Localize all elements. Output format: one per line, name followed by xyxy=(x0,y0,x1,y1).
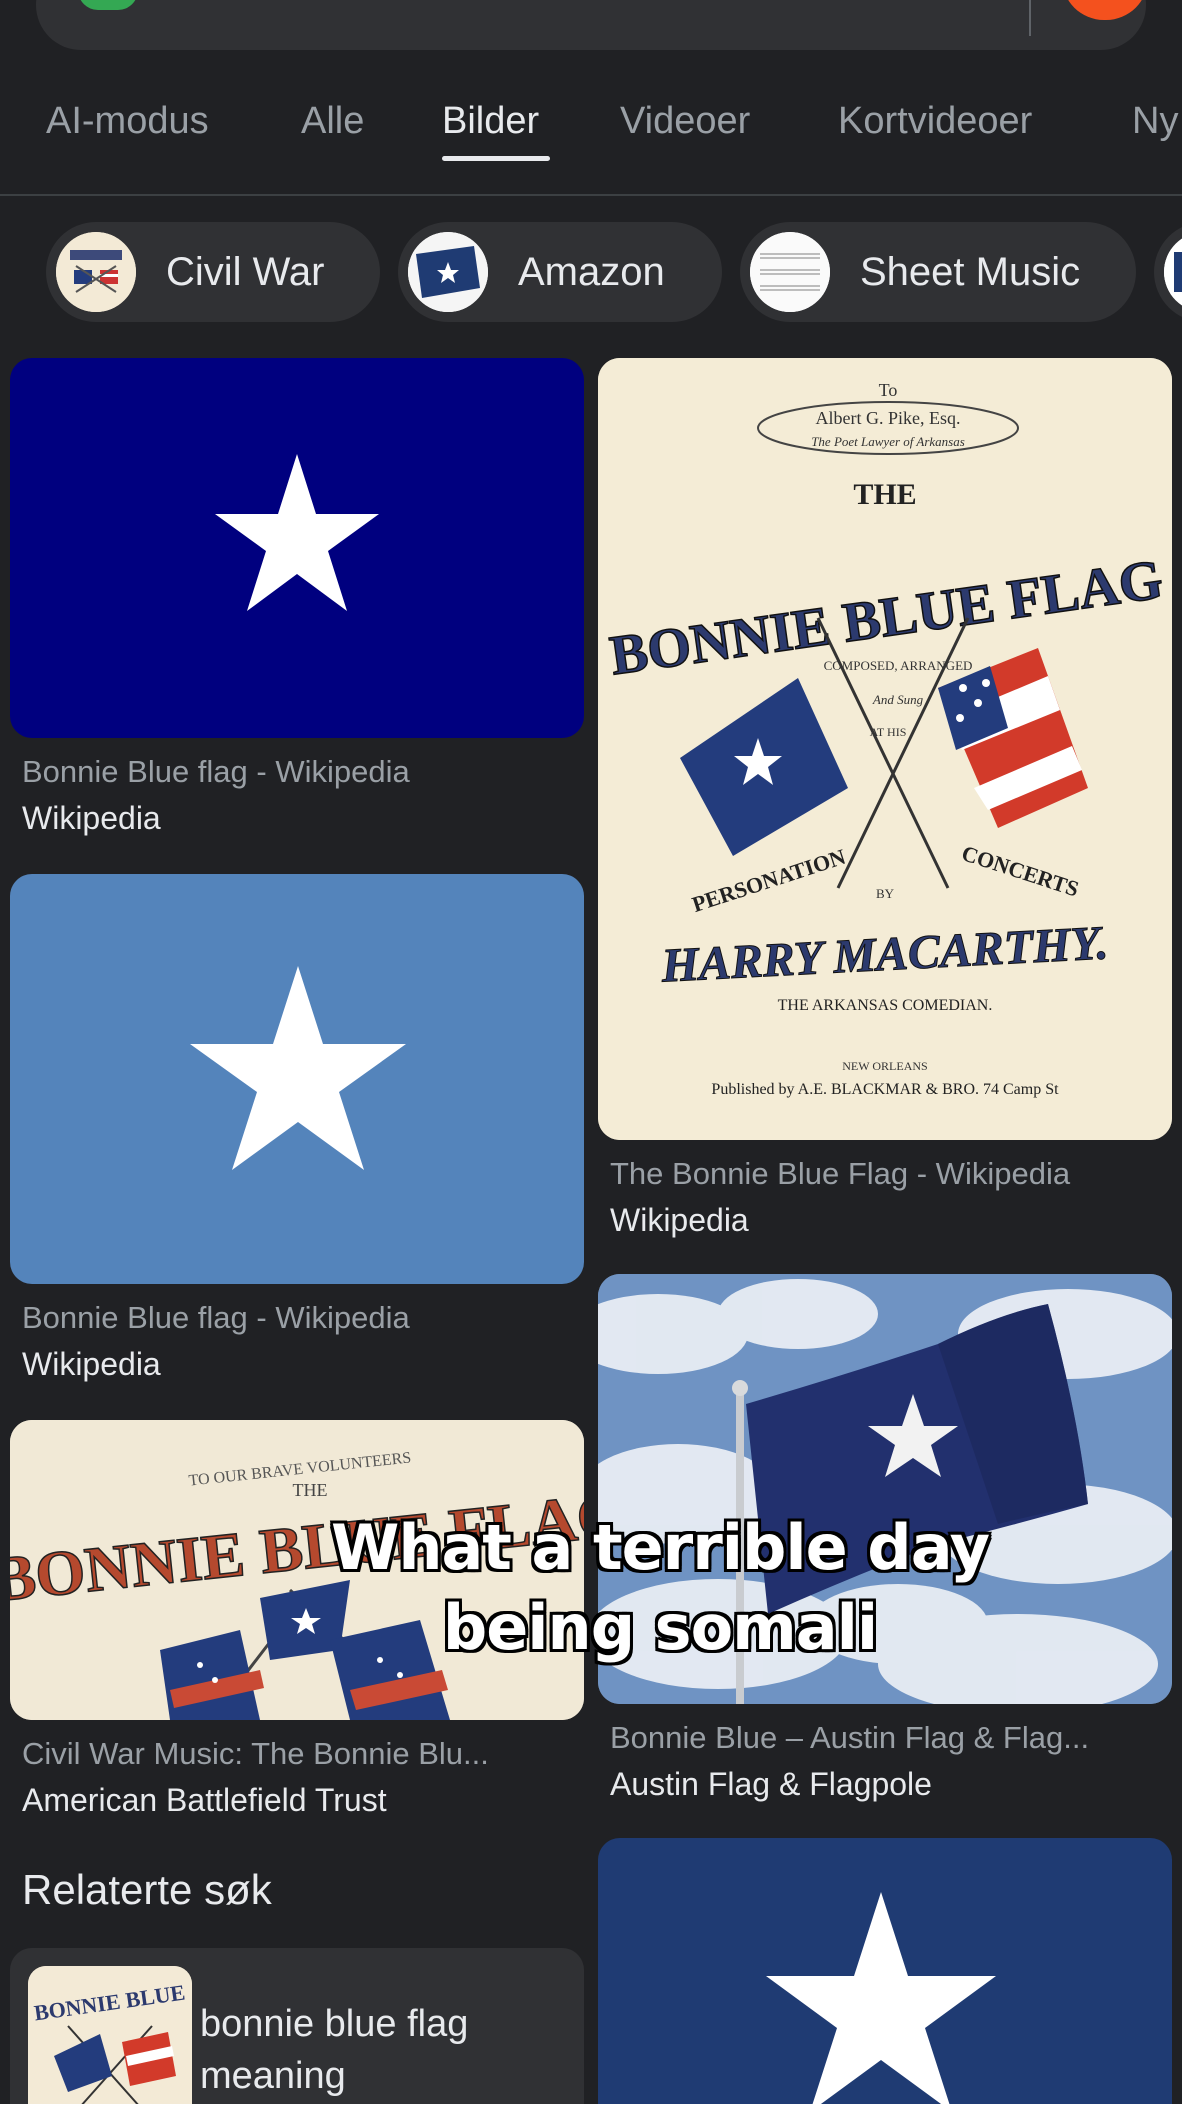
result-card[interactable] xyxy=(598,1838,1172,2104)
chip-more[interactable] xyxy=(1154,222,1182,322)
flag-thumb-icon xyxy=(408,232,488,312)
search-divider xyxy=(1029,0,1031,36)
result-source: American Battlefield Trust xyxy=(22,1782,387,1818)
search-tabs: AI-modus Alle Bilder Videoer Kortvideoer… xyxy=(0,90,1182,196)
account-avatar[interactable] xyxy=(1062,0,1148,20)
sheet-composed: COMPOSED, ARRANGED xyxy=(824,658,973,673)
chip-label: Civil War xyxy=(166,249,325,294)
sheet-publisher: Published by A.E. BLACKMAR & BRO. 74 Cam… xyxy=(711,1081,1059,1098)
related-searches-heading: Relaterte søk xyxy=(22,1866,272,1913)
blue-star-flag-image[interactable] xyxy=(598,1838,1172,2104)
tab-videos[interactable]: Videoer xyxy=(620,100,750,143)
result-source: Wikipedia xyxy=(610,1202,749,1238)
tab-images[interactable]: Bilder xyxy=(442,100,539,143)
tab-ai-mode[interactable]: AI-modus xyxy=(46,100,209,143)
result-source: Austin Flag & Flagpole xyxy=(610,1766,932,1802)
related-search-label: bonnie blue flag meaning xyxy=(200,2003,469,2097)
light-blue-star-flag-image[interactable] xyxy=(10,874,584,1284)
chip-amazon[interactable]: Amazon xyxy=(398,222,722,322)
sheet-dedication-sub: The Poet Lawyer of Arkansas xyxy=(811,434,965,449)
result-card[interactable]: Bonnie Blue flag - Wikipedia Wikipedia xyxy=(10,874,584,1383)
result-title[interactable]: Bonnie Blue – Austin Flag & Flag... xyxy=(610,1720,1172,1756)
sheet-to: To xyxy=(879,380,898,400)
sheet-music-cover-image[interactable]: To Albert G. Pike, Esq. The Poet Lawyer … xyxy=(598,358,1172,1140)
tab-short-videos[interactable]: Kortvideoer xyxy=(838,100,1032,143)
sheet-the: THE xyxy=(853,478,916,511)
related-search-thumb: BONNIE BLUE xyxy=(28,1966,192,2104)
result-source: Wikipedia xyxy=(22,1346,161,1382)
tab-news[interactable]: Ny xyxy=(1132,100,1178,143)
tab-all[interactable]: Alle xyxy=(301,100,364,143)
google-logo-icon xyxy=(78,0,138,10)
dark-blue-star-flag-image[interactable] xyxy=(10,358,584,738)
result-card[interactable]: To Albert G. Pike, Esq. The Poet Lawyer … xyxy=(598,358,1172,1239)
sheet-music-thumb-icon xyxy=(56,232,136,312)
result-title[interactable]: Bonnie Blue flag - Wikipedia xyxy=(22,1300,584,1336)
result-source: Wikipedia xyxy=(22,800,161,836)
chip-label: Sheet Music xyxy=(860,249,1081,294)
sheet2-the: THE xyxy=(293,1480,328,1500)
sheet-subtitle: THE ARKANSAS COMEDIAN. xyxy=(778,997,993,1014)
sheet-city: NEW ORLEANS xyxy=(842,1059,927,1073)
chip-sheet-music[interactable]: Sheet Music xyxy=(740,222,1136,322)
chip-civil-war[interactable]: Civil War xyxy=(46,222,380,322)
sheet-by: BY xyxy=(876,886,895,901)
sheet-and-sung: And Sung xyxy=(872,692,924,707)
active-tab-indicator xyxy=(442,156,550,161)
flag-thumb-icon xyxy=(1164,232,1182,312)
result-title[interactable]: Bonnie Blue flag - Wikipedia xyxy=(22,754,584,790)
result-title[interactable]: The Bonnie Blue Flag - Wikipedia xyxy=(610,1156,1172,1192)
sheet-thumb-icon xyxy=(750,232,830,312)
chip-label: Amazon xyxy=(518,249,665,294)
related-search-item[interactable]: BONNIE BLUE bonnie blue flag meaning xyxy=(10,1948,584,2104)
filter-chips: Civil War Amazon Sheet Music xyxy=(0,218,1182,326)
video-caption-overlay: What a terrible day being somali xyxy=(330,1511,990,1664)
result-card[interactable]: Bonnie Blue flag - Wikipedia Wikipedia xyxy=(10,358,584,837)
sheet-dedication: Albert G. Pike, Esq. xyxy=(816,408,961,428)
search-bar[interactable] xyxy=(36,0,1148,50)
result-title[interactable]: Civil War Music: The Bonnie Blu... xyxy=(22,1736,584,1772)
